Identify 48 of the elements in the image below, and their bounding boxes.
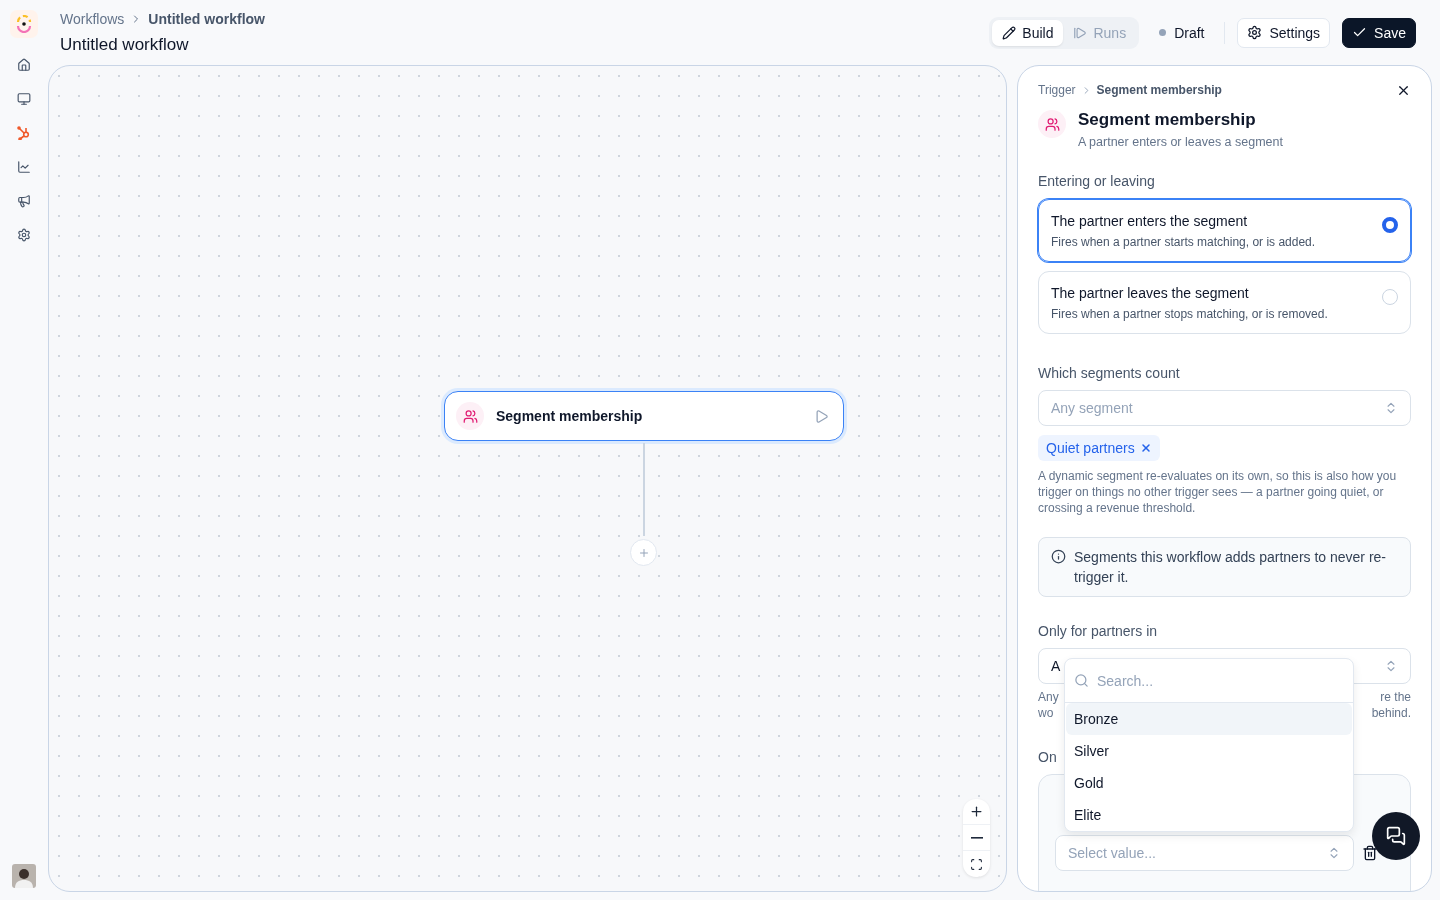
chat-icon [1386, 826, 1406, 846]
breadcrumb-link[interactable]: Workflows [60, 10, 125, 27]
trigger-node[interactable]: Segment membership [444, 391, 844, 441]
breadcrumb-current: Untitled workflow [148, 10, 265, 27]
status-label: Draft [1174, 24, 1205, 41]
logo [10, 10, 38, 38]
segment-chip[interactable]: Quiet partners [1038, 435, 1160, 461]
help-text: wo [1038, 705, 1054, 721]
mode-tab[interactable]: Build [992, 19, 1064, 46]
save-button[interactable]: Save [1342, 17, 1416, 48]
panel-subtitle: A partner enters or leaves a segment [1078, 135, 1283, 149]
fit-view-icon [970, 857, 983, 871]
section-label: Only for partners in [1038, 623, 1158, 639]
search-icon [1074, 673, 1089, 688]
help-text: Any [1038, 689, 1059, 705]
info-text: Segments this workflow adds partners to never re-trigger it. [1074, 548, 1388, 587]
step-forward-icon [1073, 25, 1088, 40]
breadcrumb-link[interactable]: Trigger [1038, 83, 1076, 97]
plus-icon [969, 804, 984, 819]
radio-option[interactable]: The partner enters the segment Fires when a partner starts matching, or is added. [1038, 199, 1411, 262]
help-text: A dynamic segment re-evaluates on its own, so this is also how you trigger on things no other trigger sees — a partner going quiet, or crossing a revenue threshold. [1038, 468, 1398, 516]
section-label: Which segments count [1038, 365, 1180, 381]
settings-button[interactable]: Settings [1237, 17, 1331, 48]
breadcrumb-current: Segment membership [1096, 83, 1222, 97]
users-icon [456, 402, 484, 430]
section-label: Entering or leaving [1038, 173, 1155, 189]
remove-icon [1139, 442, 1152, 454]
panel-title: Segment membership [1078, 110, 1257, 130]
radio-button[interactable] [1382, 217, 1398, 233]
info-icon [1051, 549, 1066, 564]
help-text: behind. [1371, 705, 1411, 721]
page-title: Untitled workflow [60, 34, 190, 55]
option-title: The partner leaves the segment [1051, 285, 1250, 301]
avatar[interactable] [12, 864, 36, 888]
trash-icon[interactable] [1362, 845, 1378, 861]
minus-icon [970, 836, 983, 839]
help-text: re the [1380, 689, 1411, 705]
users-icon [1038, 110, 1066, 138]
pencil-icon [1002, 25, 1017, 40]
status-dot [1159, 29, 1167, 36]
option-title: The partner enters the segment [1051, 213, 1249, 229]
radio-option[interactable]: The partner leaves the segment Fires when a partner stops matching, or is removed. [1038, 271, 1411, 334]
dropdown-option[interactable]: Bronze [1066, 703, 1352, 735]
section-label: On [1038, 749, 1057, 765]
plus-icon [637, 546, 650, 559]
option-description: Fires when a partner starts matching, or is added. [1051, 235, 1316, 249]
option-description: Fires when a partner stops matching, or is removed. [1051, 307, 1328, 321]
settings-icon [1247, 25, 1263, 40]
